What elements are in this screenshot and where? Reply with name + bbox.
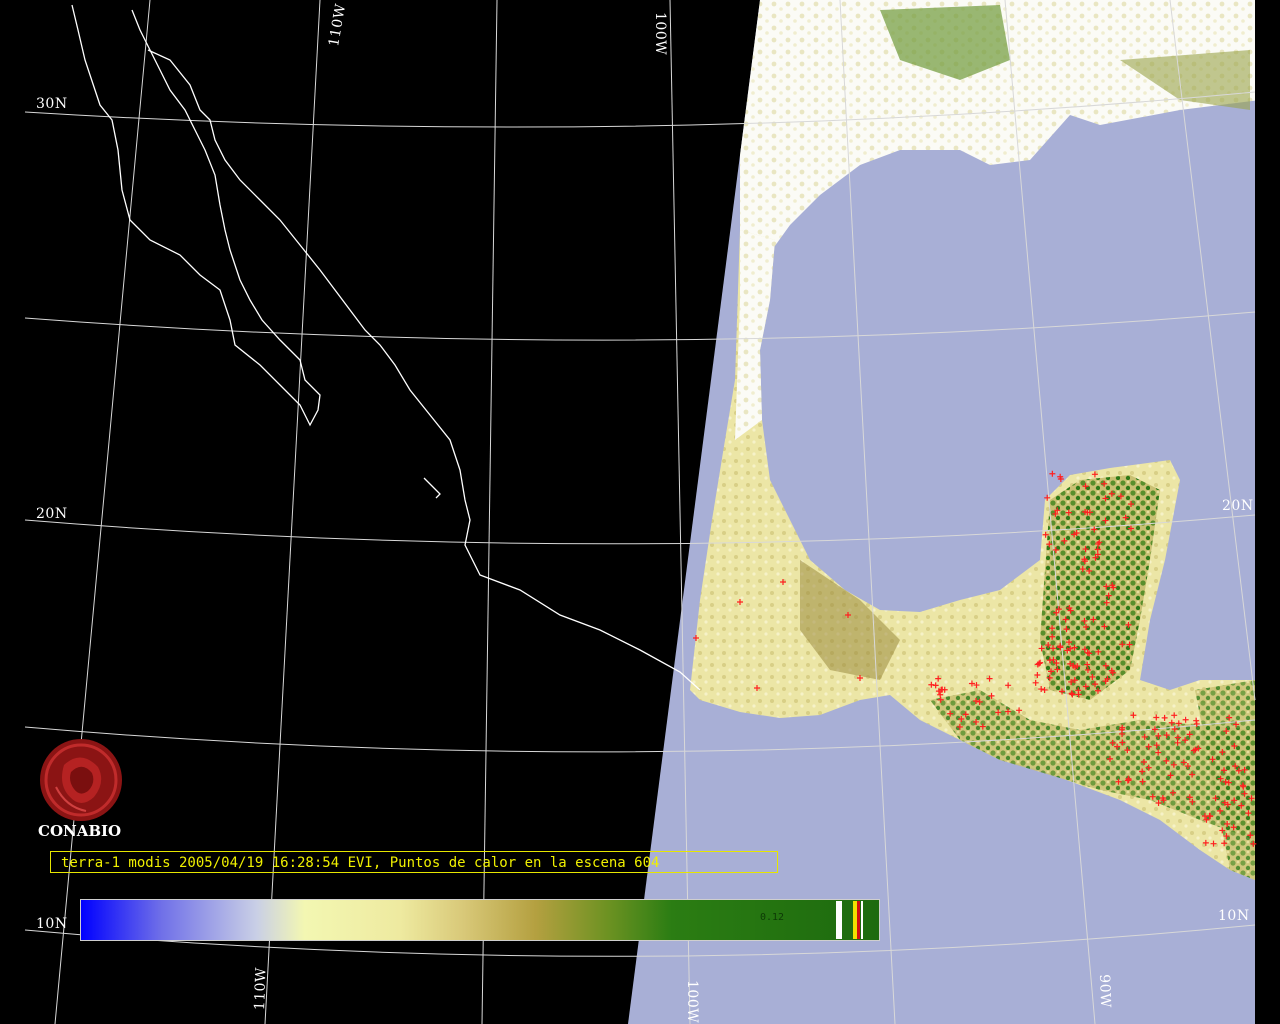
lat-label-10n-right: 10N [1218,908,1250,924]
colorbar-marker-white-2 [861,901,863,939]
conabio-logo-text: CONABIO [38,822,122,840]
lon-label-110w-bottom: 110W [252,966,270,1011]
lon-label-100w-top: 100W [652,12,668,56]
lon-label-100w-bottom: 100W [684,980,700,1024]
scene-caption: terra-1 modis 2005/04/19 16:28:54 EVI, P… [50,851,778,873]
colorbar-marker-white [836,901,842,939]
lat-label-30n: 30N [36,96,68,112]
colorbar-marker-red [857,901,860,939]
conabio-logo-icon [40,739,122,821]
lat-label-20n-left: 20N [36,506,68,522]
colorbar-value-label: 0.12 [760,912,785,923]
lon-label-90w-bottom: 90W [1096,974,1114,1009]
lat-label-20n-right: 20N [1222,498,1254,514]
lat-label-10n-left: 10N [36,916,68,932]
